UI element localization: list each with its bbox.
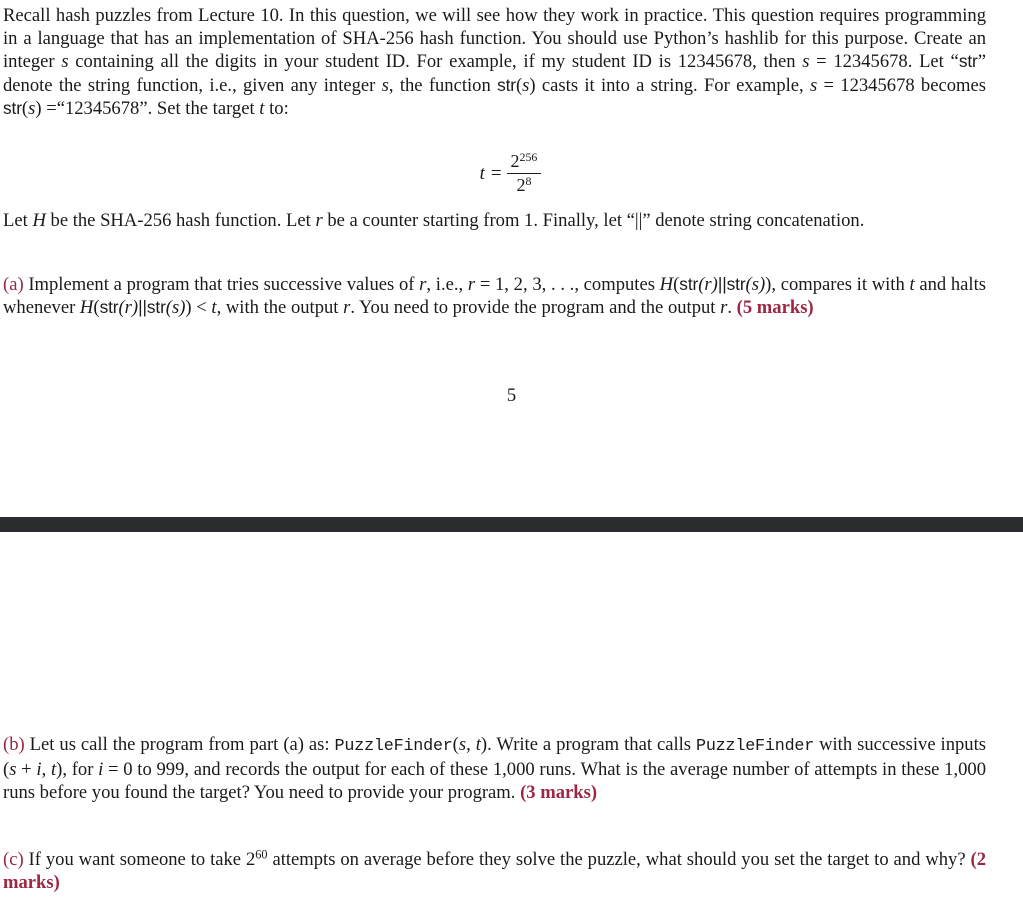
puzzlefinder-function-name: PuzzleFinder [696,737,815,756]
part-c-block: (c) If you want someone to take 260 atte… [3,848,986,894]
str-arg-s: (s) [165,297,186,319]
intro-paragraph: Recall hash puzzles from Lecture 10. In … [3,4,986,120]
part-a-text-6: , with the output [216,297,344,319]
plus-operator: + [16,759,37,781]
part-b-marks: (3 marks) [520,782,598,804]
fraction-numerator: 2256 [507,149,542,172]
part-c-label: (c) [3,849,24,870]
equation-inner: t = 2256 28 [479,149,544,196]
intro-text-8: =“12345678”. [41,97,153,119]
str-function-name: str [497,74,516,95]
var-s: s [381,74,389,96]
part-a-text-3: = 1, 2, 3, . . ., computes [475,274,660,295]
denominator-exponent: 8 [525,174,532,189]
part-a-text-7: . You need to provide the program and th… [350,297,721,319]
var-r: r [315,210,323,231]
arg-separator: , [41,759,51,781]
fraction-denominator: 28 [507,175,542,195]
part-a-label: (a) [3,274,24,295]
equation-lhs: t = [479,162,503,184]
part-b-label: (b) [3,734,25,755]
var-s: s [61,51,69,73]
part-b-text-2: . Write a program that calls [487,734,696,755]
concat-operator: || [717,274,727,294]
part-a-text-8: . [727,297,737,319]
part-a-block: (a) Implement a program that tries succe… [3,273,986,319]
part-c-text-2: attempts on average before they solve th… [267,849,971,870]
str-arg-r: (r) [118,297,139,319]
intro-text-5: , the function [388,74,498,96]
equation-fraction: 2256 28 [505,149,544,196]
concat-operator: || [138,297,147,318]
part-a-text-2: , i.e., [426,274,468,295]
definitions-paragraph: Let H be the SHA-256 hash function. Let … [3,209,986,232]
page-number: 5 [506,385,517,406]
arg-separator: , [466,734,476,755]
numerator-exponent: 256 [519,149,538,164]
definitions-block: Let H be the SHA-256 hash function. Let … [3,209,986,232]
part-c-text-1: If you want someone to take 2 [23,849,256,870]
intro-text-7: = 12345678 becomes [817,74,987,96]
intro-block: Recall hash puzzles from Lecture 10. In … [3,4,986,120]
intro-text-3: = 12345678. Let “ [809,51,959,73]
part-a-paragraph: (a) Implement a program that tries succe… [3,273,986,319]
part-a-text-4: , compares it with [771,274,910,295]
str-function-name: str [679,274,699,294]
part-c-exponent: 60 [255,847,268,862]
numerator-base: 2 [510,151,520,171]
target-equation: t = 2256 28 [0,149,1023,196]
var-H: H [659,274,674,295]
part-b-text-3: with successive inputs [814,734,987,755]
part-c-paragraph: (c) If you want someone to take 260 atte… [3,848,986,894]
part-b-paragraph: (b) Let us call the program from part (a… [3,733,986,805]
str-function-name: str [726,274,746,294]
intro-text-2: containing all the digits in your studen… [68,51,803,73]
str-function-name: str [958,51,978,72]
part-b-text-1: Let us call the program from part (a) as… [24,734,335,755]
str-function-name: str [99,297,119,318]
part-a-text-1: Implement a program that tries successiv… [23,274,420,295]
definitions-text-3: be a counter starting from 1. Finally, l… [322,210,865,231]
intro-text-10: to: [264,97,289,119]
puzzlefinder-function-name: PuzzleFinder [334,737,453,756]
var-H: H [79,297,94,319]
definitions-text-2: be the SHA-256 hash function. Let [45,210,316,231]
definitions-text-1: Let [3,210,33,231]
str-function-name: str [3,97,22,118]
document-page: Recall hash puzzles from Lecture 10. In … [0,0,1023,906]
less-than-operator: < [191,297,212,319]
part-a-marks: (5 marks) [736,297,814,319]
str-arg-r: (r) [698,274,718,295]
intro-text-9: Set the target [152,97,260,119]
intro-text-6: casts it into a string. For example, [535,74,810,96]
str-arg-s: (s) [745,274,766,295]
str-function-name: str [146,297,166,318]
part-b-text-4: , for [62,759,99,781]
part-b-text-5: = 0 to 999, and records the output for e… [3,759,986,804]
part-b-block: (b) Let us call the program from part (a… [3,733,986,805]
var-H: H [32,210,46,231]
section-separator-bar [0,517,1023,532]
